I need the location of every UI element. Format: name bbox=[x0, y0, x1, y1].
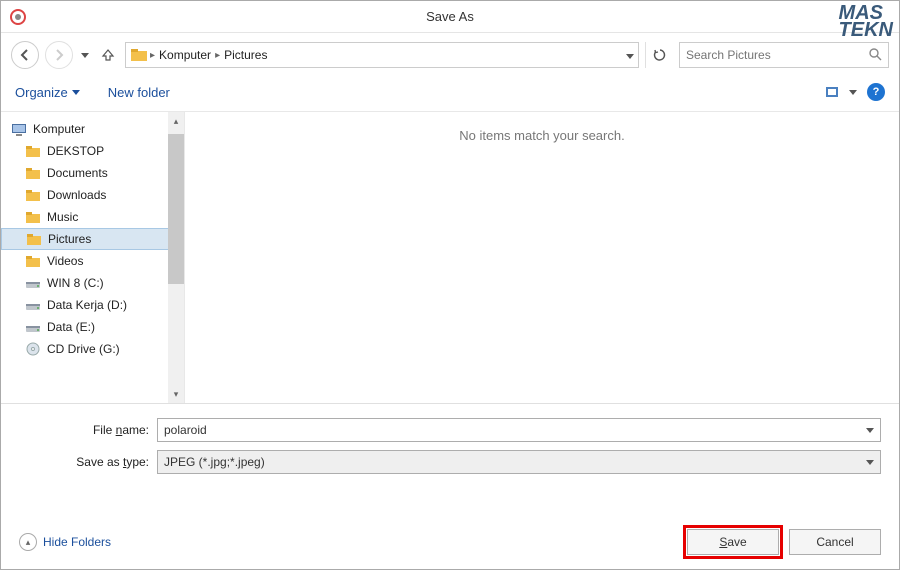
file-list-pane[interactable]: No items match your search. bbox=[185, 112, 899, 403]
main-area: Komputer DEKSTOPDocumentsDownloadsMusicP… bbox=[1, 112, 899, 404]
tree-item-cd-drive-g-[interactable]: CD Drive (G:) bbox=[1, 338, 184, 360]
sidebar-scrollbar[interactable]: ▴ ▾ bbox=[168, 112, 184, 403]
back-button[interactable] bbox=[11, 41, 39, 69]
drive-icon bbox=[25, 297, 41, 313]
folder-tree[interactable]: Komputer DEKSTOPDocumentsDownloadsMusicP… bbox=[1, 112, 185, 403]
tree-item-win-8-c-[interactable]: WIN 8 (C:) bbox=[1, 272, 184, 294]
save-button[interactable]: Save bbox=[687, 529, 779, 555]
breadcrumb-segment[interactable]: Komputer bbox=[159, 48, 211, 62]
chevron-down-icon[interactable] bbox=[866, 460, 874, 465]
scroll-thumb[interactable] bbox=[168, 134, 184, 284]
watermark-logo: MASTEKN bbox=[839, 5, 893, 39]
cd-icon bbox=[25, 341, 41, 357]
address-bar[interactable]: ▸ Komputer ▸ Pictures bbox=[125, 42, 639, 68]
folder-icon bbox=[25, 143, 41, 159]
chevron-down-icon bbox=[849, 90, 857, 95]
chevron-up-icon: ▴ bbox=[19, 533, 37, 551]
scroll-up-icon[interactable]: ▴ bbox=[168, 112, 184, 130]
tree-item-videos[interactable]: Videos bbox=[1, 250, 184, 272]
address-dropdown-icon[interactable] bbox=[626, 48, 634, 62]
chevron-down-icon[interactable] bbox=[866, 428, 874, 433]
scroll-down-icon[interactable]: ▾ bbox=[168, 385, 184, 403]
tree-item-pictures[interactable]: Pictures bbox=[1, 228, 184, 250]
search-input[interactable] bbox=[686, 48, 846, 62]
toolbar: Organize New folder ? bbox=[1, 77, 899, 112]
search-icon[interactable] bbox=[868, 47, 882, 64]
filename-input[interactable]: polaroid bbox=[157, 418, 881, 442]
folder-icon bbox=[25, 165, 41, 181]
titlebar: Save As bbox=[1, 1, 899, 33]
chevron-right-icon: ▸ bbox=[215, 50, 220, 61]
organize-menu[interactable]: Organize bbox=[15, 85, 80, 100]
search-box[interactable] bbox=[679, 42, 889, 68]
breadcrumb[interactable]: ▸ Komputer ▸ Pictures bbox=[150, 48, 624, 62]
folder-icon bbox=[26, 231, 42, 247]
drive-icon bbox=[25, 275, 41, 291]
new-folder-button[interactable]: New folder bbox=[108, 85, 170, 100]
view-icon bbox=[825, 84, 847, 100]
breadcrumb-segment[interactable]: Pictures bbox=[224, 48, 267, 62]
forward-button[interactable] bbox=[45, 41, 73, 69]
folder-icon bbox=[25, 187, 41, 203]
tree-item-downloads[interactable]: Downloads bbox=[1, 184, 184, 206]
folder-icon bbox=[25, 253, 41, 269]
cancel-button[interactable]: Cancel bbox=[789, 529, 881, 555]
filetype-select[interactable]: JPEG (*.jpg;*.jpeg) bbox=[157, 450, 881, 474]
tree-item-data-kerja-d-[interactable]: Data Kerja (D:) bbox=[1, 294, 184, 316]
folder-icon bbox=[25, 209, 41, 225]
drive-icon bbox=[25, 319, 41, 335]
tree-root-komputer[interactable]: Komputer bbox=[1, 118, 184, 140]
window-title: Save As bbox=[426, 9, 474, 24]
filename-label: File name: bbox=[19, 423, 149, 437]
nav-history-dropdown[interactable] bbox=[79, 46, 91, 64]
up-button[interactable] bbox=[97, 44, 119, 66]
filetype-label: Save as type: bbox=[19, 455, 149, 469]
empty-message: No items match your search. bbox=[459, 128, 624, 143]
tree-item-documents[interactable]: Documents bbox=[1, 162, 184, 184]
folder-icon bbox=[130, 46, 148, 64]
refresh-button[interactable] bbox=[645, 42, 673, 68]
tree-item-data-e-[interactable]: Data (E:) bbox=[1, 316, 184, 338]
chevron-right-icon: ▸ bbox=[150, 50, 155, 61]
hide-folders-toggle[interactable]: ▴ Hide Folders bbox=[19, 533, 111, 551]
app-icon bbox=[9, 8, 27, 26]
help-button[interactable]: ? bbox=[867, 83, 885, 101]
computer-icon bbox=[11, 121, 27, 137]
tree-item-dekstop[interactable]: DEKSTOP bbox=[1, 140, 184, 162]
chevron-down-icon bbox=[72, 90, 80, 95]
tree-item-music[interactable]: Music bbox=[1, 206, 184, 228]
nav-row: ▸ Komputer ▸ Pictures bbox=[1, 33, 899, 77]
view-mode-button[interactable] bbox=[825, 84, 857, 100]
dialog-footer: ▴ Hide Folders Save Cancel bbox=[1, 523, 899, 561]
save-form: File name: polaroid Save as type: JPEG (… bbox=[1, 404, 899, 488]
